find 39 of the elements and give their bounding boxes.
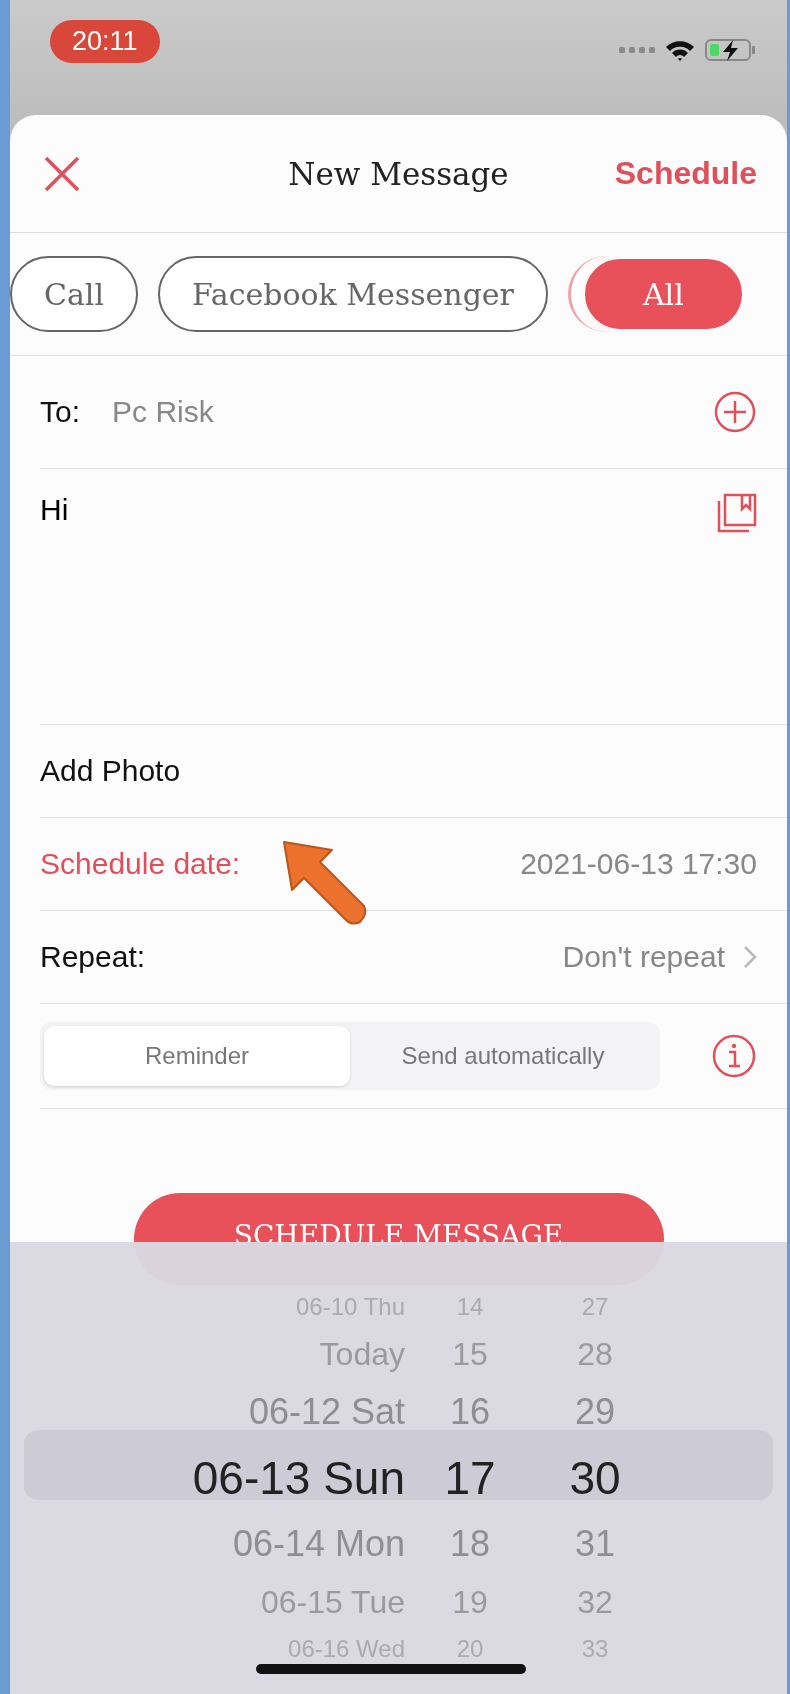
date-wheel-item[interactable]: 06-12 Sat	[10, 1391, 405, 1433]
schedule-date-value[interactable]: 2021-06-13 17:30	[520, 847, 757, 881]
wifi-icon	[665, 39, 695, 61]
mode-segment[interactable]: Send automatically	[350, 1026, 656, 1086]
minute-wheel-item[interactable]: 28	[535, 1335, 655, 1373]
mode-segment[interactable]: Reminder	[44, 1026, 350, 1086]
window-title: New Message	[288, 155, 509, 192]
message-field[interactable]: Hi	[40, 493, 69, 527]
template-icon[interactable]	[717, 493, 757, 533]
to-label: To:	[40, 395, 81, 429]
filter-chip[interactable]: All	[584, 259, 742, 329]
hour-wheel-item[interactable]: 17	[405, 1451, 535, 1505]
hour-wheel-item[interactable]: 16	[405, 1391, 535, 1433]
hour-wheel-item[interactable]: 15	[405, 1335, 535, 1373]
status-time: 20:11	[50, 20, 160, 63]
recipient-field[interactable]: Pc Risk	[112, 395, 695, 429]
add-photo-link[interactable]: Add Photo	[40, 754, 181, 788]
signal-icon	[619, 45, 655, 55]
add-circle-icon[interactable]	[713, 390, 757, 434]
info-icon[interactable]	[711, 1033, 757, 1079]
minute-wheel-item[interactable]: 29	[535, 1391, 655, 1433]
schedule-button[interactable]: Schedule	[614, 155, 757, 192]
minute-wheel-item[interactable]: 30	[535, 1451, 655, 1505]
filter-chip[interactable]: Facebook Messenger	[158, 256, 548, 332]
filter-chip[interactable]: Call	[10, 256, 139, 332]
chevron-right-icon[interactable]	[743, 945, 757, 969]
schedule-date-label: Schedule date:	[40, 847, 241, 881]
minute-wheel-item[interactable]: 32	[535, 1583, 655, 1621]
close-icon[interactable]	[44, 155, 80, 192]
repeat-value[interactable]: Don't repeat	[562, 940, 725, 974]
repeat-label: Repeat:	[40, 940, 146, 974]
battery-charging-icon	[705, 38, 757, 62]
date-wheel-item[interactable]: 06-15 Tue	[10, 1583, 405, 1621]
date-wheel-item[interactable]: 06-14 Mon	[10, 1523, 405, 1565]
minute-wheel-item[interactable]: 31	[535, 1523, 655, 1565]
date-wheel-item[interactable]: 06-13 Sun	[10, 1451, 405, 1505]
hour-wheel-item[interactable]: 18	[405, 1523, 535, 1565]
date-wheel-item[interactable]: Today	[10, 1335, 405, 1373]
hour-wheel-item[interactable]: 19	[405, 1583, 535, 1621]
